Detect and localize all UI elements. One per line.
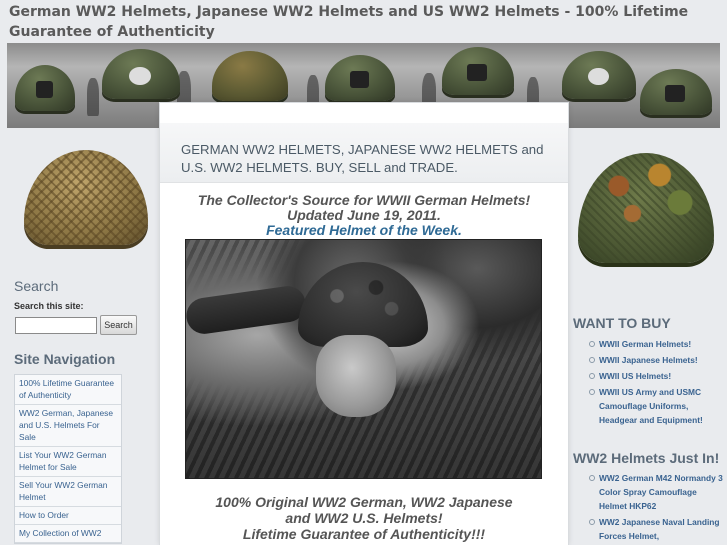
- search-label: Search this site:: [14, 301, 84, 311]
- banner-helmet: [325, 55, 395, 101]
- left-netted-helmet-image: [24, 150, 148, 245]
- search-button[interactable]: Search: [100, 315, 137, 335]
- want-item-us-helmets[interactable]: WWII US Helmets!: [589, 369, 724, 383]
- want-item-german-helmets[interactable]: WWII German Helmets!: [589, 337, 724, 351]
- banner-helmet: [15, 65, 75, 111]
- featured-helmet-link[interactable]: Featured Helmet of the Week.: [160, 223, 568, 238]
- nav-item-sell-helmet[interactable]: Sell Your WW2 German Helmet: [15, 477, 121, 507]
- helmet-decal: [129, 66, 152, 85]
- banner-helmet: [102, 49, 180, 99]
- guarantee-text: 100% Original WW2 German, WW2 Japanese a…: [160, 494, 568, 542]
- right-camouflage-helmet-image: [578, 153, 714, 263]
- main-content-panel: GERMAN WW2 HELMETS, JAPANESE WW2 HELMETS…: [160, 103, 568, 545]
- site-title[interactable]: German WW2 Helmets, Japanese WW2 Helmets…: [9, 2, 709, 42]
- nav-item-list-helmet[interactable]: List Your WW2 German Helmet for Sale: [15, 447, 121, 477]
- helmets-just-in-list: WW2 German M42 Normandy 3 Color Spray Ca…: [589, 471, 724, 545]
- updated-date: Updated June 19, 2011.: [287, 207, 441, 223]
- banner-helmet: [442, 47, 514, 95]
- guarantee-line-3: Lifetime Guarantee of Authenticity!!!: [242, 526, 486, 542]
- site-navigation-list: 100% Lifetime Guarantee of Authenticity …: [14, 374, 122, 544]
- helmet-decal: [349, 71, 370, 88]
- just-in-item-japanese-naval[interactable]: WW2 Japanese Naval Landing Forces Helmet…: [589, 515, 724, 543]
- helmet-decal: [665, 85, 686, 102]
- photo-soldier-face: [316, 335, 396, 417]
- tagline-line-1: The Collector's Source for WWII German H…: [197, 192, 531, 208]
- nav-item-how-to-order[interactable]: How to Order: [15, 507, 121, 525]
- banner-helmet: [212, 51, 288, 101]
- helmet-decal: [36, 81, 53, 98]
- banner-helmet: [640, 69, 712, 115]
- just-in-item-german-m42[interactable]: WW2 German M42 Normandy 3 Color Spray Ca…: [589, 471, 724, 513]
- guarantee-line-1: 100% Original WW2 German, WW2 Japanese: [215, 494, 513, 510]
- helmet-decal: [587, 67, 609, 86]
- helmets-just-in-heading: WW2 Helmets Just In!: [573, 450, 720, 466]
- page-subtitle: GERMAN WW2 HELMETS, JAPANESE WW2 HELMETS…: [181, 142, 544, 175]
- search-heading: Search: [14, 278, 59, 294]
- banner-soldier: [87, 78, 99, 116]
- nav-item-my-collection[interactable]: My Collection of WW2: [15, 525, 121, 543]
- banner-helmet: [562, 51, 636, 99]
- guarantee-line-2: and WW2 U.S. Helmets!: [285, 510, 443, 526]
- want-to-buy-heading: WANT TO BUY: [573, 315, 671, 331]
- helmet-decal: [467, 63, 488, 82]
- search-input[interactable]: [15, 317, 97, 334]
- tagline: The Collector's Source for WWII German H…: [160, 193, 568, 238]
- want-to-buy-list: WWII German Helmets! WWII Japanese Helme…: [589, 337, 724, 429]
- want-item-us-uniforms[interactable]: WWII US Army and USMC Camouflage Uniform…: [589, 385, 724, 427]
- nav-item-guarantee[interactable]: 100% Lifetime Guarantee of Authenticity: [15, 375, 121, 405]
- want-item-japanese-helmets[interactable]: WWII Japanese Helmets!: [589, 353, 724, 367]
- photo-weapon: [184, 283, 308, 337]
- nav-item-helmets-for-sale[interactable]: WW2 German, Japanese and U.S. Helmets Fo…: [15, 405, 121, 447]
- featured-soldier-photo[interactable]: [184, 239, 542, 479]
- site-navigation-heading: Site Navigation: [14, 351, 116, 367]
